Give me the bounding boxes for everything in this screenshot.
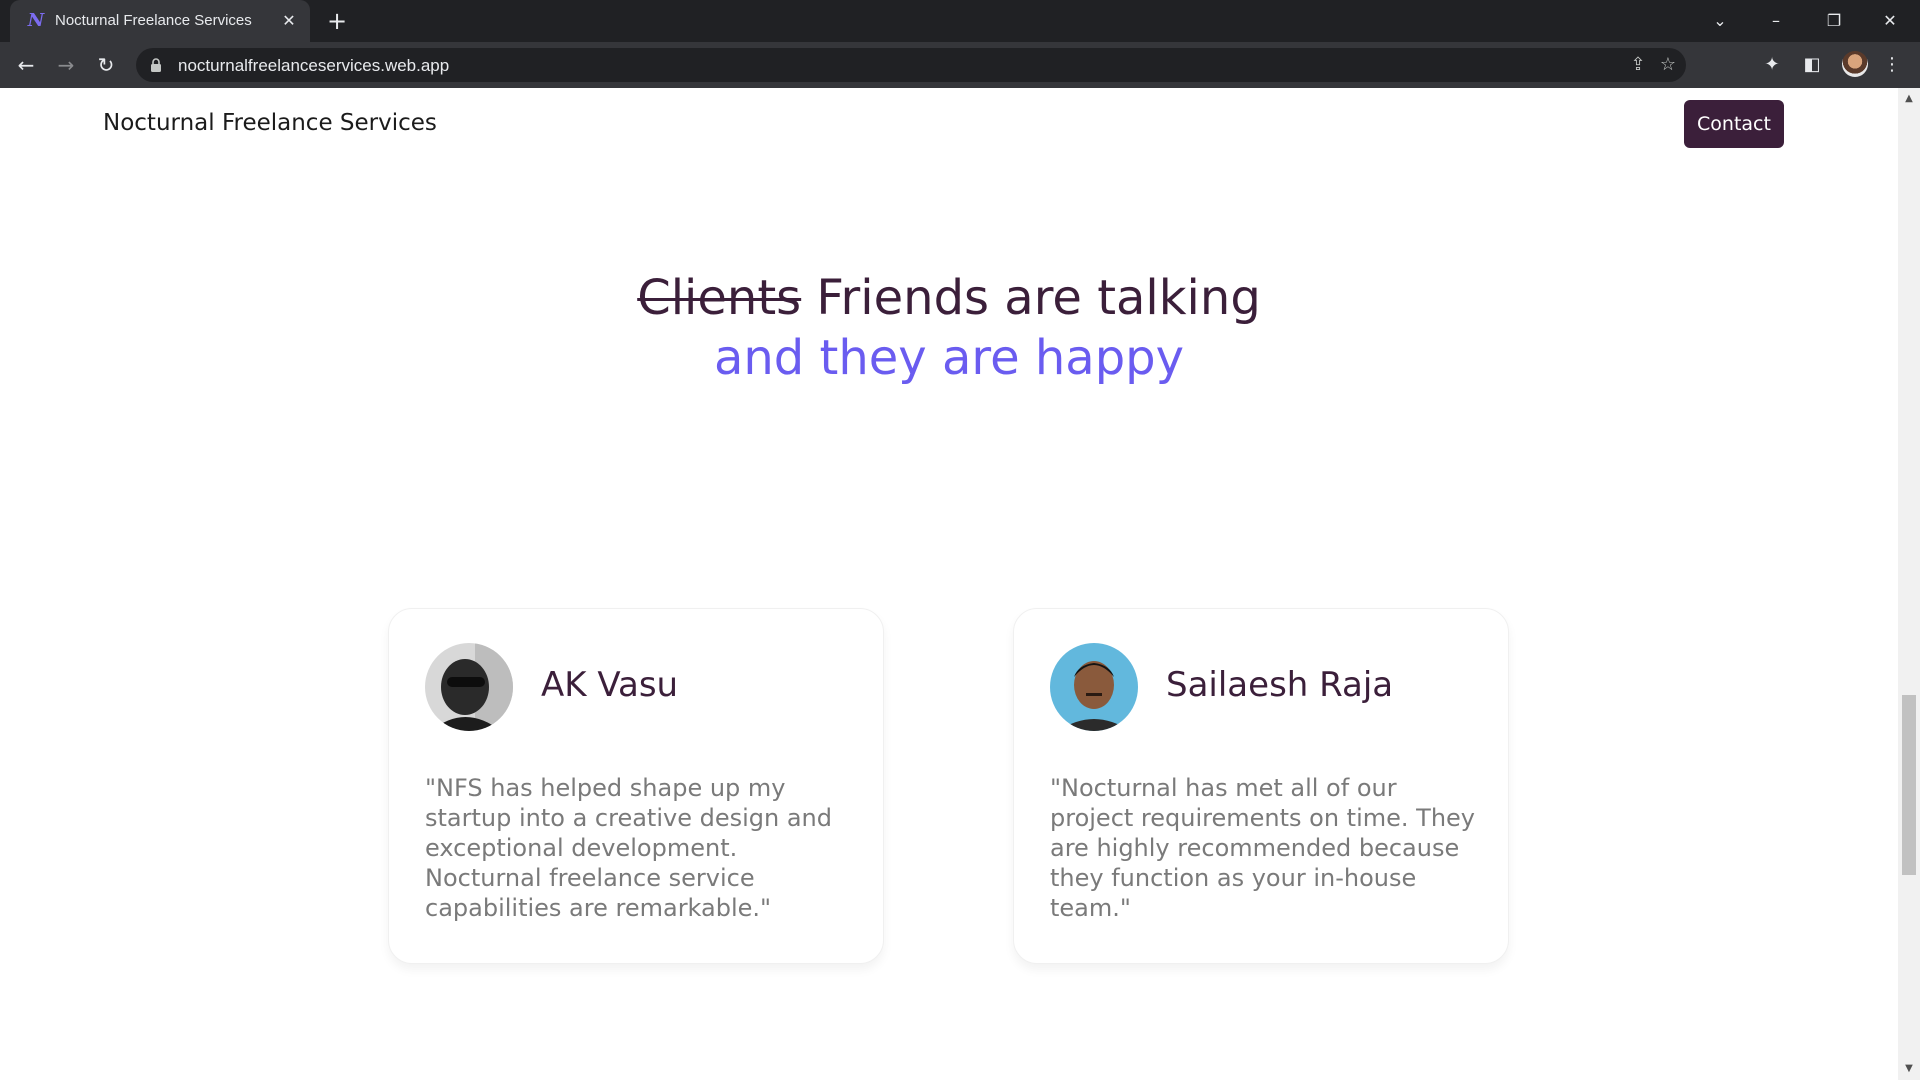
url-text: nocturnalfreelanceservices.web.app (178, 56, 450, 75)
avatar (425, 643, 513, 731)
tab-search-chevron-icon[interactable]: ⌄ (1700, 6, 1740, 36)
restore-icon[interactable]: ❐ (1814, 6, 1854, 36)
testimonials-heading: Clients Friends are talking and they are… (0, 268, 1898, 388)
address-bar[interactable]: nocturnalfreelanceservices.web.app ⇪ ☆ (136, 48, 1686, 82)
tab-title: Nocturnal Freelance Services (55, 12, 252, 29)
browser-tab-bar: N Nocturnal Freelance Services ✕ + ⌄ – ❐… (0, 0, 1920, 42)
site-favicon-icon: N (27, 10, 45, 31)
testimonial-card: AK Vasu "NFS has helped shape up my star… (388, 608, 884, 964)
forward-icon[interactable]: → (52, 51, 80, 79)
testimonial-name: Sailaesh Raja (1166, 665, 1394, 705)
contact-button[interactable]: Contact (1684, 100, 1784, 148)
browser-menu-icon[interactable]: ⋮ (1880, 53, 1904, 77)
share-icon[interactable]: ⇪ (1626, 53, 1650, 77)
new-tab-icon[interactable]: + (324, 8, 350, 34)
testimonial-quote: "Nocturnal has met all of our project re… (1050, 774, 1475, 922)
scroll-up-arrow-icon[interactable]: ▲ (1898, 92, 1920, 106)
page-scrollbar[interactable]: ▲ ▼ (1898, 88, 1920, 1080)
side-panel-icon[interactable]: ◧ (1800, 53, 1824, 77)
minimize-icon[interactable]: – (1756, 6, 1796, 36)
scroll-down-arrow-icon[interactable]: ▼ (1898, 1062, 1920, 1076)
bookmark-star-icon[interactable]: ☆ (1656, 53, 1680, 77)
struck-word: Clients (637, 270, 802, 326)
lock-icon (151, 58, 161, 72)
heading-line-2: and they are happy (713, 330, 1185, 386)
reload-icon[interactable]: ↻ (92, 51, 120, 79)
heading-line-1: Clients Friends are talking (0, 268, 1898, 328)
site-brand[interactable]: Nocturnal Freelance Services (103, 110, 437, 136)
testimonial-name: AK Vasu (541, 665, 679, 705)
extensions-puzzle-icon[interactable]: ✦ (1760, 53, 1784, 77)
browser-tab[interactable]: N Nocturnal Freelance Services ✕ (10, 0, 310, 42)
close-window-icon[interactable]: ✕ (1870, 6, 1910, 36)
close-tab-icon[interactable]: ✕ (278, 10, 300, 32)
browser-toolbar: ← → ↻ nocturnalfreelanceservices.web.app… (0, 42, 1920, 88)
scrollbar-thumb[interactable] (1902, 695, 1916, 875)
heading-line-1-text: Friends are talking (801, 270, 1261, 326)
back-icon[interactable]: ← (12, 51, 40, 79)
testimonial-quote: "NFS has helped shape up my startup into… (425, 774, 832, 922)
testimonial-card: Sailaesh Raja "Nocturnal has met all of … (1013, 608, 1509, 964)
page-viewport: Nocturnal Freelance Services Contact Cli… (0, 88, 1898, 1080)
avatar (1050, 643, 1138, 731)
profile-avatar[interactable] (1842, 51, 1868, 77)
